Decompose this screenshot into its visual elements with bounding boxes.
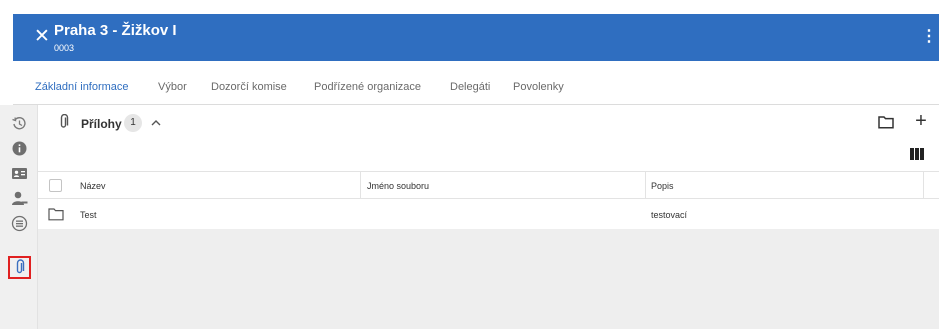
cell-name: Test — [80, 210, 97, 220]
list-icon[interactable] — [11, 215, 28, 232]
column-divider — [645, 172, 646, 199]
history-icon[interactable] — [11, 115, 28, 132]
tab-podrizene-organizace[interactable]: Podřízené organizace — [314, 81, 421, 93]
record-code: 0003 — [54, 43, 75, 53]
person-key-icon[interactable] — [11, 190, 28, 207]
folder-icon — [48, 207, 64, 221]
paperclip-icon — [58, 113, 70, 130]
table-row[interactable]: Test testovací — [38, 199, 939, 229]
column-header-name[interactable]: Název — [80, 181, 106, 191]
left-sidebar — [0, 105, 38, 329]
tab-zakladni-informace[interactable]: Základní informace — [35, 81, 129, 93]
info-icon[interactable] — [11, 140, 28, 157]
close-icon[interactable]: ✕ — [33, 27, 51, 46]
plus-icon[interactable]: + — [911, 110, 931, 132]
column-header-filename[interactable]: Jméno souboru — [367, 181, 429, 191]
page-title: Praha 3 - Žižkov I — [54, 22, 177, 39]
paperclip-icon[interactable] — [8, 256, 31, 279]
chevron-up-icon[interactable] — [149, 116, 163, 130]
column-header-description[interactable]: Popis — [651, 181, 674, 191]
contact-card-icon[interactable] — [11, 165, 28, 182]
select-all-checkbox[interactable] — [49, 179, 62, 192]
cell-description: testovací — [651, 210, 688, 220]
table-header: Název Jméno souboru Popis — [38, 171, 939, 199]
tab-delegati[interactable]: Delegáti — [450, 81, 490, 93]
tab-bar: Základní informace Výbor Dozorčí komise … — [13, 61, 939, 105]
tab-dozorci-komise[interactable]: Dozorčí komise — [211, 81, 287, 93]
attachments-panel: Přílohy 1 + Název Jméno souboru Popis Te… — [38, 105, 939, 229]
column-divider — [360, 172, 361, 199]
tab-povolenky[interactable]: Povolenky — [513, 81, 564, 93]
tab-vybor[interactable]: Výbor — [158, 81, 187, 93]
detail-header: ✕ Praha 3 - Žižkov I 0003 ⋮ — [13, 14, 939, 61]
column-divider — [923, 172, 924, 199]
top-strip — [0, 0, 939, 14]
attachments-title: Přílohy — [81, 117, 122, 131]
main-content: Přílohy 1 + Název Jméno souboru Popis Te… — [38, 105, 939, 329]
attachments-count-badge: 1 — [124, 114, 142, 132]
folder-icon[interactable] — [878, 115, 894, 129]
kebab-menu-icon[interactable]: ⋮ — [921, 26, 937, 48]
columns-icon[interactable] — [910, 147, 924, 160]
